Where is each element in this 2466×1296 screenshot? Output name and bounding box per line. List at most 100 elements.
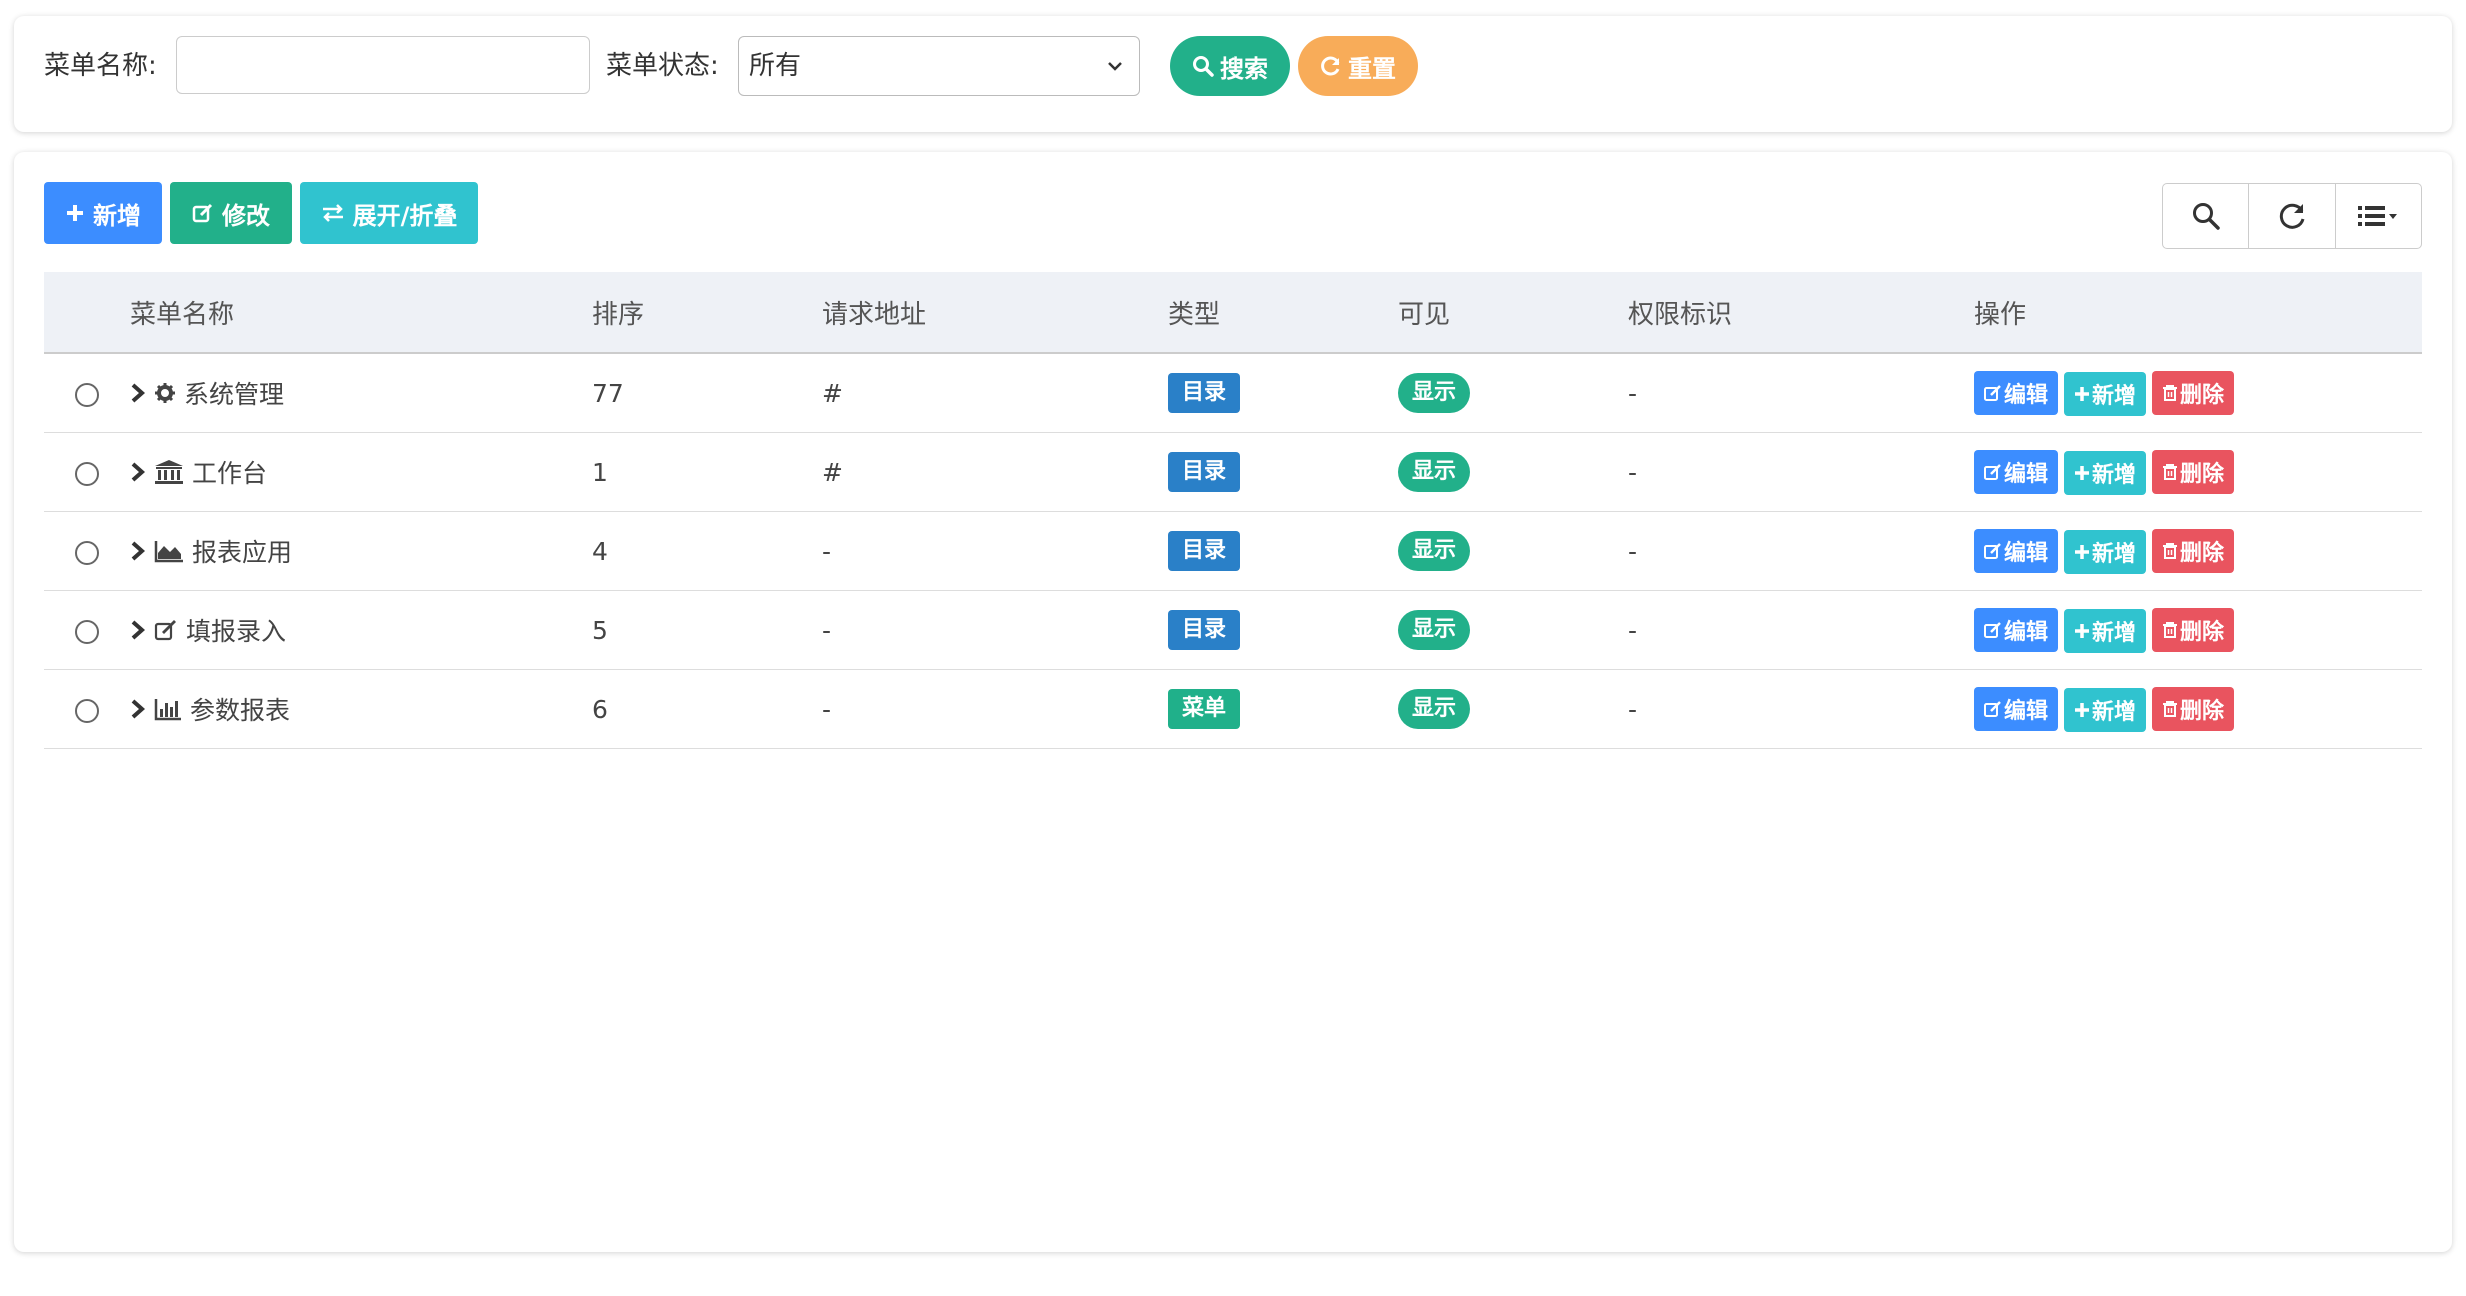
- row-add-button[interactable]: 新增: [2064, 450, 2147, 495]
- row-add-button[interactable]: 新增: [2064, 608, 2147, 653]
- chevron-right-icon[interactable]: [130, 619, 146, 641]
- table-row[interactable]: 报表应用 4 - 目录 显示 - 编辑 新增 删除: [44, 511, 2422, 591]
- menu-type-tag: 目录: [1168, 531, 1241, 571]
- row-edit-label: 编辑: [2004, 698, 2049, 724]
- trash-icon: [2162, 463, 2178, 481]
- plus-icon: [2074, 623, 2090, 639]
- menu-url: -: [822, 694, 832, 724]
- plus-icon: [65, 203, 85, 223]
- menu-perm: -: [1628, 378, 1638, 408]
- row-delete-button[interactable]: 删除: [2152, 607, 2235, 652]
- row-radio[interactable]: [75, 382, 99, 407]
- row-edit-button[interactable]: 编辑: [1974, 607, 2059, 652]
- row-add-label: 新增: [2092, 620, 2137, 646]
- menu-perm: -: [1628, 694, 1638, 724]
- row-add-button[interactable]: 新增: [2064, 371, 2147, 416]
- row-delete-label: 删除: [2180, 698, 2225, 724]
- row-edit-button[interactable]: 编辑: [1974, 528, 2059, 573]
- table-search-button[interactable]: [2163, 184, 2250, 248]
- edit-icon: [1984, 463, 2002, 481]
- menu-perm: -: [1628, 457, 1638, 487]
- reset-button[interactable]: 重置: [1298, 36, 1418, 96]
- table-header-row: 菜单名称 排序 请求地址 类型 可见 权限标识 操作: [44, 272, 2422, 354]
- main-panel: 新增 修改 展开/折叠 菜单名称 排序 请求地址 类型 可见 权限标识 操作 系…: [14, 152, 2452, 1252]
- col-header-type[interactable]: 类型: [1168, 272, 1398, 354]
- row-delete-label: 删除: [2180, 461, 2225, 487]
- menu-name: 报表应用: [192, 538, 293, 567]
- expand-collapse-label: 展开/折叠: [352, 201, 458, 230]
- table-row[interactable]: 工作台 1 # 目录 显示 - 编辑 新增 删除: [44, 432, 2422, 512]
- col-header-order[interactable]: 排序: [592, 272, 822, 354]
- edit-button[interactable]: 修改: [170, 182, 292, 244]
- menu-type-tag: 目录: [1168, 373, 1241, 413]
- col-header-url[interactable]: 请求地址: [822, 272, 1168, 354]
- row-edit-label: 编辑: [2004, 540, 2049, 566]
- chevron-down-icon: [1101, 37, 1129, 95]
- plus-icon: [2074, 386, 2090, 402]
- menu-order: 77: [592, 378, 624, 408]
- menu-type-tag: 目录: [1168, 610, 1241, 650]
- table-row[interactable]: 参数报表 6 - 菜单 显示 - 编辑 新增 删除: [44, 669, 2422, 749]
- menu-order: 4: [592, 536, 608, 566]
- row-delete-label: 删除: [2180, 619, 2225, 645]
- area-chart-icon: [154, 539, 184, 563]
- reset-button-label: 重置: [1348, 54, 1396, 83]
- gear-icon: [154, 382, 176, 404]
- trash-icon: [2162, 700, 2178, 718]
- menu-table: 菜单名称 排序 请求地址 类型 可见 权限标识 操作 系统管理 77 # 目录 …: [44, 272, 2422, 749]
- search-button[interactable]: 搜索: [1170, 36, 1290, 96]
- row-radio[interactable]: [75, 540, 99, 565]
- row-delete-button[interactable]: 删除: [2152, 370, 2235, 415]
- edit-icon: [1984, 542, 2002, 560]
- row-radio[interactable]: [75, 698, 99, 723]
- chevron-right-icon[interactable]: [130, 461, 146, 483]
- chevron-right-icon[interactable]: [130, 540, 146, 562]
- visible-badge: 显示: [1398, 452, 1471, 492]
- row-delete-button[interactable]: 删除: [2152, 449, 2235, 494]
- trash-icon: [2162, 384, 2178, 402]
- visible-badge: 显示: [1398, 531, 1471, 571]
- edit-icon: [1984, 621, 2002, 639]
- row-delete-button[interactable]: 删除: [2152, 528, 2235, 573]
- menu-name: 参数报表: [190, 696, 291, 725]
- row-edit-button[interactable]: 编辑: [1974, 686, 2059, 731]
- col-header-name[interactable]: 菜单名称: [130, 272, 592, 354]
- table-row[interactable]: 系统管理 77 # 目录 显示 - 编辑 新增 删除: [44, 353, 2422, 433]
- edit-icon: [192, 202, 214, 224]
- row-delete-label: 删除: [2180, 382, 2225, 408]
- row-edit-button[interactable]: 编辑: [1974, 370, 2059, 415]
- refresh-icon: [1320, 55, 1342, 77]
- row-add-label: 新增: [2092, 383, 2137, 409]
- refresh-icon: [2277, 201, 2307, 231]
- col-header-actions[interactable]: 操作: [1974, 272, 2422, 354]
- plus-icon: [2074, 702, 2090, 718]
- col-header-visible[interactable]: 可见: [1398, 272, 1628, 354]
- menu-status-selected: 所有: [749, 51, 802, 81]
- plus-icon: [2074, 465, 2090, 481]
- row-radio[interactable]: [75, 461, 99, 486]
- row-delete-button[interactable]: 删除: [2152, 686, 2235, 731]
- menu-status-select[interactable]: 所有: [738, 36, 1140, 96]
- chevron-right-icon[interactable]: [130, 698, 146, 720]
- chevron-right-icon[interactable]: [130, 382, 146, 404]
- table-columns-button[interactable]: [2336, 184, 2421, 248]
- expand-collapse-button[interactable]: 展开/折叠: [300, 182, 478, 244]
- menu-order: 1: [592, 457, 608, 487]
- row-add-button[interactable]: 新增: [2064, 529, 2147, 574]
- row-edit-label: 编辑: [2004, 382, 2049, 408]
- col-header-perm[interactable]: 权限标识: [1628, 272, 1974, 354]
- row-add-button[interactable]: 新增: [2064, 687, 2147, 732]
- table-tools: [2162, 183, 2422, 249]
- menu-type-tag: 目录: [1168, 452, 1241, 492]
- menu-name-input[interactable]: [176, 36, 590, 94]
- menu-perm: -: [1628, 536, 1638, 566]
- row-radio[interactable]: [75, 619, 99, 644]
- table-refresh-button[interactable]: [2249, 184, 2336, 248]
- menu-name-label: 菜单名称:: [44, 51, 157, 81]
- edit-icon: [1984, 384, 2002, 402]
- list-icon: [2356, 202, 2400, 230]
- row-edit-button[interactable]: 编辑: [1974, 449, 2059, 494]
- edit-button-label: 修改: [222, 201, 270, 230]
- table-row[interactable]: 填报录入 5 - 目录 显示 - 编辑 新增 删除: [44, 590, 2422, 670]
- add-button[interactable]: 新增: [44, 182, 162, 244]
